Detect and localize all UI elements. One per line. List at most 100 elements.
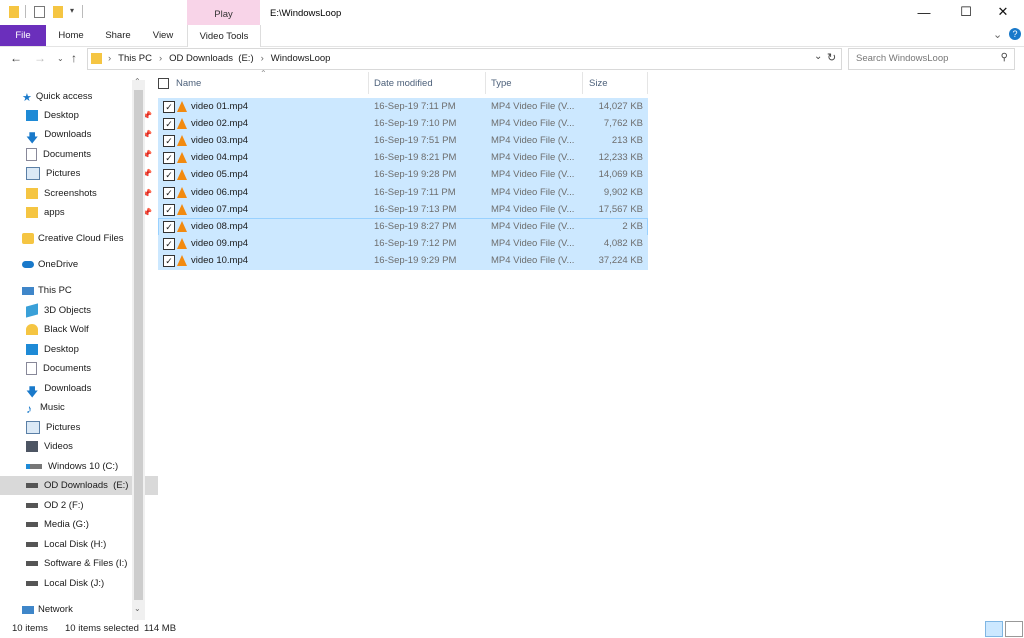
table-row[interactable]: ✓ video 08.mp4 16-Sep-19 8:27 PM MP4 Video … — [158, 217, 648, 236]
breadcrumb: › This PC › OD Downloads (E:) › WindowsL… — [108, 53, 330, 64]
nav-label: OD Downloads (E:) — [44, 480, 129, 491]
nav-label: Software & Files (I:) — [44, 558, 128, 569]
play-context-label: Play — [214, 9, 233, 20]
table-row[interactable]: ✓ video 06.mp4 16-Sep-19 7:11 PM MP4 Video … — [158, 183, 648, 202]
nav-label: Desktop — [44, 110, 79, 121]
file-type: MP4 Video File (V... — [491, 118, 575, 130]
scroll-down-icon[interactable]: ⌄ — [134, 604, 141, 613]
column-name[interactable]: Name ⌃ — [158, 69, 369, 94]
recent-locations-icon[interactable]: ⌄ — [57, 54, 64, 63]
row-checkbox[interactable]: ✓ — [163, 220, 175, 233]
file-date: 16-Sep-19 7:51 PM — [374, 135, 457, 147]
row-checkbox[interactable]: ✓ — [163, 254, 175, 267]
column-type[interactable]: Type — [486, 72, 583, 94]
file-name: video 05.mp4 — [191, 169, 249, 181]
nav-label: Downloads — [44, 383, 92, 394]
file-type: MP4 Video File (V... — [491, 254, 575, 266]
table-row[interactable]: ✓ video 03.mp4 16-Sep-19 7:51 PM MP4 Video … — [158, 132, 648, 151]
nav-quick-access[interactable]: ★ Quick access — [0, 87, 154, 106]
drive-icon — [26, 522, 38, 527]
table-row[interactable]: ✓ video 04.mp4 16-Sep-19 8:21 PM MP4 Video … — [158, 149, 648, 168]
scroll-thumb[interactable] — [134, 90, 143, 600]
desktop-icon — [26, 110, 38, 121]
chevron-right-icon: › — [108, 53, 112, 64]
row-checkbox[interactable]: ✓ — [163, 101, 175, 113]
file-date: 16-Sep-19 7:11 PM — [374, 186, 456, 198]
minimize-button[interactable]: — — [904, 0, 944, 24]
search-input[interactable]: Search WindowsLoop ⚲ — [848, 48, 1015, 70]
nav-scrollbar[interactable]: ⌃ ⌄ — [132, 77, 145, 620]
breadcrumb-drive[interactable]: OD Downloads (E:) — [169, 53, 253, 64]
file-size: 7,762 KB — [603, 118, 643, 130]
tab-share[interactable]: Share — [100, 25, 136, 46]
table-row[interactable]: ✓ video 10.mp4 16-Sep-19 9:29 PM MP4 Video … — [158, 251, 648, 270]
column-date-modified[interactable]: Date modified — [369, 72, 486, 94]
file-name: video 04.mp4 — [191, 152, 249, 164]
table-row[interactable]: ✓ video 01.mp4 16-Sep-19 7:11 PM MP4 Video … — [158, 98, 648, 116]
vlc-icon — [177, 118, 187, 130]
table-row[interactable]: ✓ video 09.mp4 16-Sep-19 7:12 PM MP4 Video … — [158, 234, 648, 253]
help-icon[interactable]: ? — [1009, 28, 1021, 40]
tab-video-tools[interactable]: Video Tools — [187, 25, 261, 47]
row-checkbox[interactable]: ✓ — [163, 118, 175, 131]
row-checkbox[interactable]: ✓ — [163, 152, 175, 165]
forward-icon[interactable]: → — [34, 51, 46, 65]
nav-creative-cloud[interactable]: Creative Cloud Files — [0, 229, 154, 248]
pictures-icon — [26, 421, 40, 434]
breadcrumb-folder[interactable]: WindowsLoop — [271, 53, 331, 64]
breadcrumb-this-pc[interactable]: This PC — [118, 53, 152, 64]
selected-count: 10 items selected — [65, 623, 139, 634]
row-checkbox[interactable]: ✓ — [163, 237, 175, 250]
address-dropdown-icon[interactable]: ⌄ — [814, 51, 822, 62]
file-size: 12,233 KB — [598, 152, 643, 164]
tab-view[interactable]: View — [147, 25, 179, 46]
nav-network[interactable]: Network — [0, 600, 154, 619]
row-checkbox[interactable]: ✓ — [163, 203, 175, 216]
row-checkbox[interactable]: ✓ — [163, 135, 175, 148]
address-bar[interactable]: › This PC › OD Downloads (E:) › WindowsL… — [87, 48, 842, 70]
row-checkbox[interactable]: ✓ — [163, 186, 175, 199]
star-icon: ★ — [22, 92, 32, 104]
nav-label: Local Disk (H:) — [44, 539, 107, 550]
file-size: 4,082 KB — [603, 237, 643, 249]
nav-this-pc[interactable]: This PC — [0, 281, 154, 300]
file-name: video 08.mp4 — [191, 220, 249, 232]
row-checkbox[interactable]: ✓ — [163, 169, 175, 182]
nav-onedrive[interactable]: OneDrive — [0, 255, 154, 274]
table-row[interactable]: ✓ video 07.mp4 16-Sep-19 7:13 PM MP4 Video … — [158, 200, 648, 219]
details-view-button[interactable] — [985, 621, 1003, 637]
file-date: 16-Sep-19 8:27 PM — [374, 220, 457, 232]
back-icon[interactable]: ← — [10, 51, 22, 65]
new-folder-icon[interactable] — [53, 6, 63, 18]
selected-size: 114 MB — [144, 623, 177, 634]
tab-file[interactable]: File — [0, 25, 46, 46]
videos-icon — [26, 441, 38, 452]
table-row[interactable]: ✓ video 05.mp4 16-Sep-19 9:28 PM MP4 Video … — [158, 166, 648, 185]
select-all-checkbox[interactable] — [158, 78, 169, 89]
maximize-button[interactable]: ☐ — [946, 0, 986, 24]
refresh-icon[interactable]: ↻ — [827, 51, 836, 64]
column-size[interactable]: Size — [583, 72, 648, 94]
table-row[interactable]: ✓ video 02.mp4 16-Sep-19 7:10 PM MP4 Video … — [158, 115, 648, 134]
address-row: ← → ⌄ ↑ › This PC › OD Downloads (E:) › … — [0, 47, 1024, 71]
expand-ribbon-icon[interactable]: ⌄ — [993, 28, 1002, 41]
file-size: 9,902 KB — [603, 186, 643, 198]
properties-icon[interactable] — [34, 6, 45, 18]
file-name: video 02.mp4 — [191, 118, 249, 130]
file-type: MP4 Video File (V... — [491, 152, 575, 164]
computer-icon — [22, 286, 34, 295]
scroll-up-icon[interactable]: ⌃ — [134, 77, 141, 86]
large-icons-view-button[interactable] — [1005, 621, 1023, 637]
nav-label: Desktop — [44, 344, 79, 355]
folder-icon[interactable] — [9, 6, 19, 18]
file-name: video 07.mp4 — [191, 203, 249, 215]
vlc-icon — [177, 220, 187, 232]
up-icon[interactable]: ↑ — [71, 51, 77, 65]
vlc-icon — [177, 186, 187, 198]
close-button[interactable]: ✕ — [983, 0, 1023, 24]
search-icon[interactable]: ⚲ — [1001, 52, 1008, 63]
customize-qat-icon[interactable]: ▾ — [70, 6, 74, 15]
tab-home[interactable]: Home — [55, 25, 87, 46]
vlc-icon — [177, 101, 187, 112]
file-size: 14,069 KB — [598, 169, 643, 181]
